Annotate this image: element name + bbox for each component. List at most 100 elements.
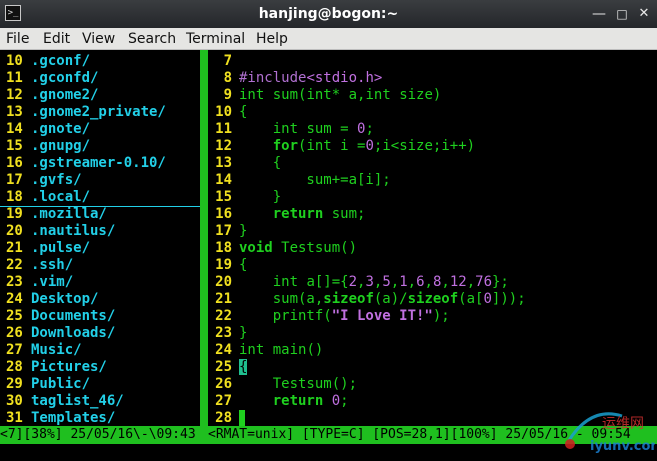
code-text[interactable]: } — [239, 189, 281, 206]
menu-file[interactable]: File — [6, 28, 29, 50]
code-line[interactable]: 15 } — [208, 189, 657, 206]
explorer-row[interactable]: 17 .gvfs/ — [0, 172, 200, 189]
code-line[interactable]: 18 void Testsum() — [208, 240, 657, 257]
directory-name[interactable]: Desktop/ — [31, 291, 98, 308]
explorer-row[interactable]: 20 .nautilus/ — [0, 223, 200, 240]
menu-edit[interactable]: Edit — [43, 28, 70, 50]
explorer-row[interactable]: 28 Pictures/ — [0, 359, 200, 376]
directory-name[interactable]: .gnupg/ — [31, 138, 90, 155]
directory-name[interactable]: .gnome2/ — [31, 87, 98, 104]
menu-help[interactable]: Help — [256, 28, 288, 50]
code-text[interactable]: void Testsum() — [239, 240, 357, 257]
code-line[interactable]: 27 return 0; — [208, 393, 657, 410]
explorer-row[interactable]: 12 .gnome2/ — [0, 87, 200, 104]
directory-name[interactable]: .gstreamer-0.10/ — [31, 155, 166, 172]
code-text[interactable]: Testsum(); — [239, 376, 357, 393]
code-text[interactable]: sum(a,sizeof(a)/sizeof(a[0])); — [239, 291, 526, 308]
menu-terminal[interactable]: Terminal — [186, 28, 245, 50]
code-line[interactable]: 23} — [208, 325, 657, 342]
explorer-row[interactable]: 10 .gconf/ — [0, 53, 200, 70]
explorer-row[interactable]: 18 .local/ — [0, 189, 200, 207]
explorer-row[interactable]: 15 .gnupg/ — [0, 138, 200, 155]
code-text[interactable] — [239, 410, 245, 427]
directory-name[interactable]: .gconf/ — [31, 53, 90, 70]
code-line[interactable]: 13 { — [208, 155, 657, 172]
code-text[interactable]: for(int i =0;i<size;i++) — [239, 138, 475, 155]
code-line[interactable]: 11 int sum = 0; — [208, 121, 657, 138]
directory-name[interactable]: .gnote/ — [31, 121, 90, 138]
explorer-row[interactable]: 27 Music/ — [0, 342, 200, 359]
code-text[interactable]: return 0; — [239, 393, 349, 410]
code-line[interactable]: 22 printf("I Love IT!"); — [208, 308, 657, 325]
terminal-area[interactable]: 10 .gconf/11 .gconfd/12 .gnome2/13 .gnome2_p… — [0, 50, 657, 461]
code-line[interactable]: 20 int a[]={2,3,5,1,6,8,12,76}; — [208, 274, 657, 291]
minimize-icon[interactable]: — — [588, 3, 610, 25]
code-text[interactable]: int a[]={2,3,5,1,6,8,12,76}; — [239, 274, 509, 291]
directory-name[interactable]: .gnome2_private/ — [31, 104, 166, 121]
explorer-row[interactable]: 31 Templates/ — [0, 410, 200, 427]
code-text[interactable]: int sum(int* a,int size) — [239, 87, 441, 104]
explorer-row[interactable]: 30 taglist_46/ — [0, 393, 200, 410]
code-line[interactable]: 10 { — [208, 104, 657, 121]
code-line[interactable]: 25 { — [208, 359, 657, 376]
code-line[interactable]: 26 Testsum(); — [208, 376, 657, 393]
vertical-split-separator[interactable] — [200, 50, 208, 427]
explorer-row[interactable]: 13 .gnome2_private/ — [0, 104, 200, 121]
explorer-row[interactable]: 19 .mozilla/ — [0, 206, 200, 223]
directory-name[interactable]: Downloads/ — [31, 325, 115, 342]
directory-name[interactable]: .gconfd/ — [31, 70, 98, 87]
code-text[interactable]: sum+=a[i]; — [239, 172, 390, 189]
explorer-row[interactable]: 23 .vim/ — [0, 274, 200, 291]
code-text[interactable]: { — [239, 155, 281, 172]
menu-search[interactable]: Search — [128, 28, 176, 50]
directory-name[interactable]: .gvfs/ — [31, 172, 82, 189]
code-text[interactable]: } — [239, 223, 247, 240]
directory-name[interactable]: .mozilla/ — [31, 206, 107, 223]
code-line[interactable]: 21 sum(a,sizeof(a)/sizeof(a[0])); — [208, 291, 657, 308]
explorer-row[interactable]: 25 Documents/ — [0, 308, 200, 325]
code-line[interactable]: 7 — [208, 53, 657, 70]
directory-name[interactable]: Templates/ — [31, 410, 115, 427]
code-text[interactable]: { — [239, 257, 247, 274]
explorer-row[interactable]: 22 .ssh/ — [0, 257, 200, 274]
code-text[interactable]: #include<stdio.h> — [239, 70, 382, 87]
directory-name[interactable]: Public/ — [31, 376, 90, 393]
explorer-row[interactable]: 16 .gstreamer-0.10/ — [0, 155, 200, 172]
code-text[interactable]: } — [239, 325, 247, 342]
code-line[interactable]: 24 int main() — [208, 342, 657, 359]
explorer-row[interactable]: 26 Downloads/ — [0, 325, 200, 342]
close-icon[interactable]: ✕ — [633, 3, 655, 25]
code-line[interactable]: 12 for(int i =0;i<size;i++) — [208, 138, 657, 155]
menu-view[interactable]: View — [82, 28, 115, 50]
directory-name[interactable]: .vim/ — [31, 274, 73, 291]
code-line[interactable]: 28 — [208, 410, 657, 427]
code-line[interactable]: 14 sum+=a[i]; — [208, 172, 657, 189]
code-line[interactable]: 9 int sum(int* a,int size) — [208, 87, 657, 104]
explorer-row[interactable]: 29 Public/ — [0, 376, 200, 393]
code-line[interactable]: 8 #include<stdio.h> — [208, 70, 657, 87]
explorer-row[interactable]: 11 .gconfd/ — [0, 70, 200, 87]
code-text[interactable]: return sum; — [239, 206, 366, 223]
code-text[interactable]: { — [239, 104, 247, 121]
code-line[interactable]: 19 { — [208, 257, 657, 274]
code-text[interactable]: { — [239, 359, 248, 376]
directory-name[interactable]: taglist_46/ — [31, 393, 124, 410]
title-bar[interactable]: >_ hanjing@bogon:~ — □ ✕ — [0, 0, 657, 28]
file-explorer-pane[interactable]: 10 .gconf/11 .gconfd/12 .gnome2/13 .gnome2_p… — [0, 50, 200, 427]
code-text[interactable]: int sum = 0; — [239, 121, 374, 138]
explorer-row[interactable]: 24 Desktop/ — [0, 291, 200, 308]
directory-name[interactable]: .nautilus/ — [31, 223, 115, 240]
code-line[interactable]: 16 return sum; — [208, 206, 657, 223]
code-text[interactable]: int main() — [239, 342, 323, 359]
code-line[interactable]: 17} — [208, 223, 657, 240]
code-text[interactable]: printf("I Love IT!"); — [239, 308, 450, 325]
directory-name[interactable]: .local/ — [31, 189, 90, 206]
directory-name[interactable]: Music/ — [31, 342, 82, 359]
directory-name[interactable]: Documents/ — [31, 308, 115, 325]
maximize-icon[interactable]: □ — [611, 3, 633, 25]
explorer-row[interactable]: 21 .pulse/ — [0, 240, 200, 257]
directory-name[interactable]: .ssh/ — [31, 257, 73, 274]
explorer-row[interactable]: 14 .gnote/ — [0, 121, 200, 138]
code-editor-pane[interactable]: 7 8 #include<stdio.h> 9 int sum(int* a,int s… — [208, 50, 657, 427]
directory-name[interactable]: .pulse/ — [31, 240, 90, 257]
